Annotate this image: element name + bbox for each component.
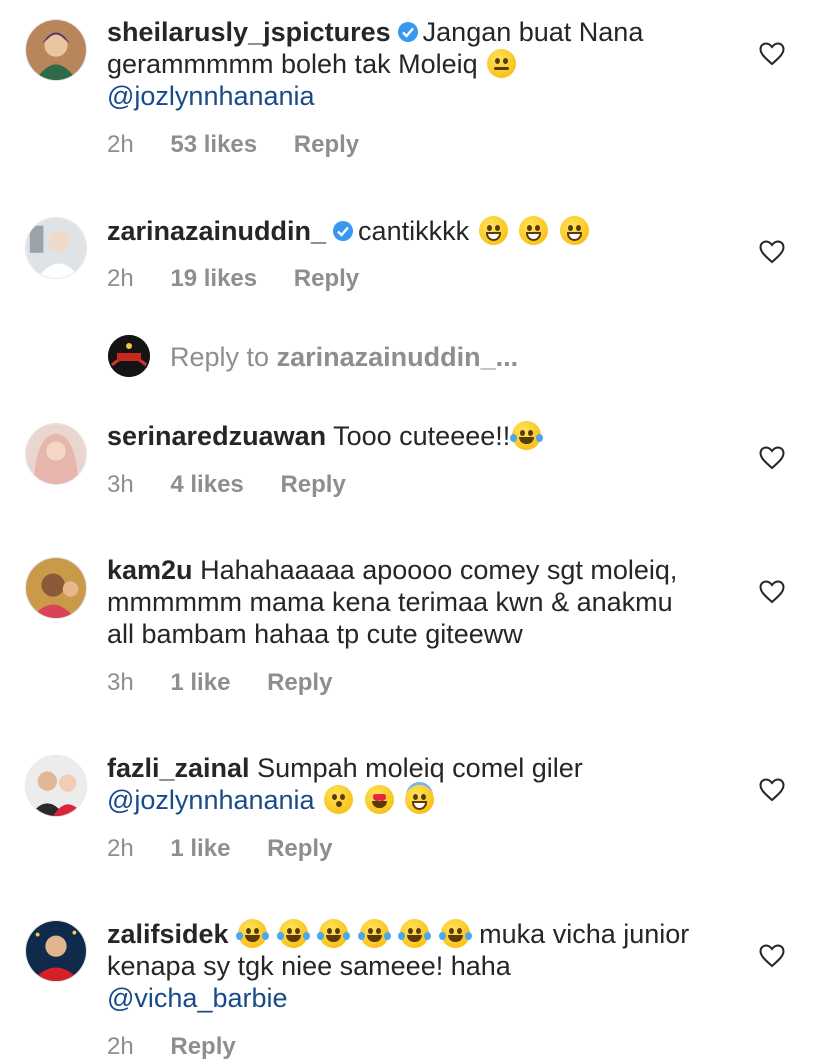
likes-count[interactable]: 4 likes — [170, 471, 243, 498]
comment-text: serinaredzuawan Tooo cuteeee!! — [107, 420, 727, 452]
comment-meta: 2h Reply — [107, 1033, 266, 1061]
reply-button[interactable]: Reply — [294, 265, 359, 292]
comment-time: 2h — [107, 1033, 134, 1060]
like-heart-icon[interactable] — [759, 580, 785, 604]
comment-text: zarinazainuddin_ cantikkkk — [107, 215, 727, 247]
comment-message-line2: kenapa sy tgk niee sameee! haha — [107, 951, 511, 981]
tears-of-joy-emoji-icon — [236, 919, 270, 948]
comment-meta: 3h 1 like Reply — [107, 669, 362, 697]
tears-of-joy-emoji-icon — [276, 919, 310, 948]
comment-meta: 2h 19 likes Reply — [107, 265, 389, 293]
reply-button[interactable]: Reply — [267, 669, 332, 696]
comment-username[interactable]: kam2u — [107, 555, 193, 585]
grinning-emoji-icon — [519, 216, 549, 245]
avatar[interactable] — [25, 755, 87, 817]
rolling-laughing-emoji-icon — [510, 421, 544, 450]
comment-text: fazli_zainal Sumpah moleiq comel giler @… — [107, 752, 727, 816]
comment-meta: 2h 53 likes Reply — [107, 131, 389, 159]
rolling-laughing-emoji-icon — [438, 919, 472, 948]
comment-message: muka vicha junior — [479, 919, 690, 949]
like-heart-icon[interactable] — [759, 240, 785, 264]
raised-eyebrow-emoji-icon — [487, 49, 517, 78]
like-heart-icon[interactable] — [759, 778, 785, 802]
reply-composer[interactable]: Reply to zarinazainuddin_... — [0, 335, 828, 379]
verified-badge-icon — [397, 22, 418, 42]
avatar[interactable] — [25, 557, 87, 619]
rolling-laughing-emoji-icon — [398, 919, 432, 948]
mention-link[interactable]: @jozlynnhanania — [107, 785, 315, 815]
reply-target: zarinazainuddin_... — [276, 342, 519, 372]
like-heart-icon[interactable] — [759, 446, 785, 470]
comment-username[interactable]: sheilarusly_jspictures — [107, 17, 391, 47]
rolling-laughing-emoji-icon — [357, 919, 391, 948]
comment-time: 2h — [107, 131, 134, 158]
comment-message: Hahahaaaaa apoooo comey sgt moleiq, — [200, 555, 678, 585]
mention-link[interactable]: @vicha_barbie — [107, 983, 288, 1013]
comment-text: zalifsidek muka vicha junior kenapa sy t… — [107, 918, 727, 1014]
verified-badge-icon — [333, 221, 354, 241]
comment-meta: 2h 1 like Reply — [107, 835, 362, 863]
likes-count[interactable]: 53 likes — [170, 131, 257, 158]
comment-username[interactable]: serinaredzuawan — [107, 421, 326, 451]
comment-meta: 3h 4 likes Reply — [107, 471, 376, 499]
comment-username[interactable]: fazli_zainal — [107, 753, 250, 783]
comment-time: 2h — [107, 265, 134, 292]
comment-text: sheilarusly_jspictures Jangan buat Nana g… — [107, 16, 727, 112]
comment-username[interactable]: zalifsidek — [107, 919, 229, 949]
comment-time: 3h — [107, 471, 134, 498]
comment-time: 3h — [107, 669, 134, 696]
reply-placeholder[interactable]: Reply to zarinazainuddin_... — [170, 342, 518, 373]
likes-count[interactable]: 1 like — [170, 669, 230, 696]
like-heart-icon[interactable] — [759, 42, 785, 66]
comment-message-line3: all bambam hahaa tp cute giteeww — [107, 619, 523, 649]
tears-of-joy-emoji-icon — [317, 919, 351, 948]
avatar[interactable] — [25, 920, 87, 982]
grinning-emoji-icon — [478, 216, 508, 245]
reply-button[interactable]: Reply — [280, 471, 345, 498]
comment-message: Sumpah moleiq comel giler — [257, 753, 583, 783]
reply-prefix: Reply to — [170, 342, 270, 372]
comment-message-line2: gerammmmm boleh tak Moleiq — [107, 49, 478, 79]
mention-link[interactable]: @jozlynnhanania — [107, 81, 315, 111]
likes-count[interactable]: 1 like — [170, 835, 230, 862]
comment-text: kam2u Hahahaaaaa apoooo comey sgt moleiq… — [107, 554, 727, 650]
kissing-emoji-icon — [324, 785, 354, 814]
grinning-emoji-icon — [559, 216, 589, 245]
comment-message: cantikkkk — [358, 216, 470, 246]
reply-button[interactable]: Reply — [294, 131, 359, 158]
avatar[interactable] — [25, 217, 87, 279]
likes-count[interactable]: 19 likes — [170, 265, 257, 292]
current-user-avatar — [108, 335, 150, 377]
comment-username[interactable]: zarinazainuddin_ — [107, 216, 326, 246]
avatar[interactable] — [25, 423, 87, 485]
halo-emoji-icon — [405, 785, 435, 814]
heart-eyes-emoji-icon — [364, 785, 394, 814]
comment-message: Jangan buat Nana — [422, 17, 644, 47]
reply-button[interactable]: Reply — [267, 835, 332, 862]
comment-message-line2: mmmmmm mama kena terimaa kwn & anakmu — [107, 587, 673, 617]
comment-time: 2h — [107, 835, 134, 862]
like-heart-icon[interactable] — [759, 944, 785, 968]
comment-message: Tooo cuteeee!! — [333, 421, 511, 451]
avatar[interactable] — [25, 19, 87, 81]
reply-button[interactable]: Reply — [170, 1033, 235, 1060]
